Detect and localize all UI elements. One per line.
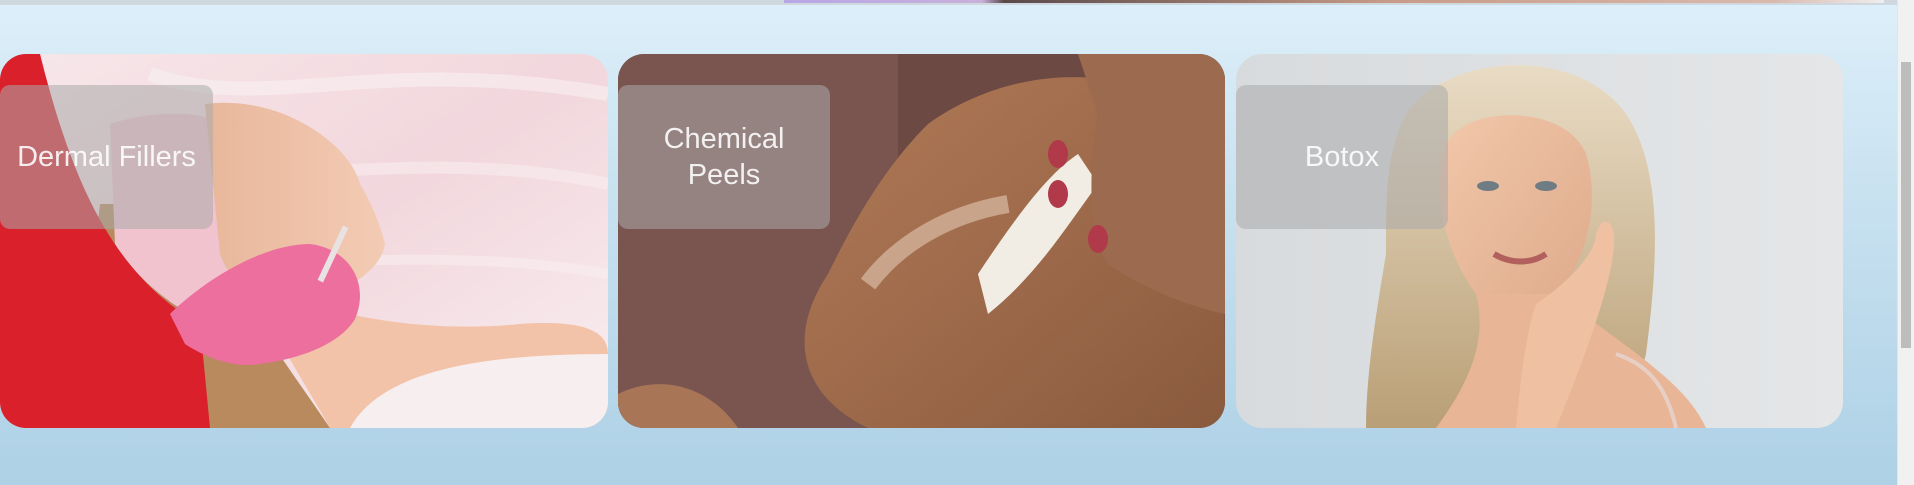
card-botox[interactable]: Botox bbox=[1236, 54, 1843, 428]
card-title: Dermal Fillers bbox=[17, 141, 196, 173]
page-scrollbar[interactable] bbox=[1897, 0, 1914, 485]
card-title: Botox bbox=[1304, 141, 1380, 173]
card-chemical-peels[interactable]: Chemical Peels bbox=[618, 54, 1225, 428]
card-label-box: Dermal Fillers bbox=[0, 85, 213, 229]
card-title: Chemical Peels bbox=[663, 123, 785, 191]
card-label-box: Chemical Peels bbox=[618, 85, 830, 229]
treatment-cards: Dermal Fillers Chemical Peels Botox bbox=[0, 54, 1843, 428]
top-image-edge bbox=[784, 0, 1884, 3]
card-label-box: Botox bbox=[1236, 85, 1448, 229]
previous-section-image-edge bbox=[0, 0, 1898, 5]
card-dermal-fillers[interactable]: Dermal Fillers bbox=[0, 54, 608, 428]
scrollbar-thumb[interactable] bbox=[1901, 62, 1911, 348]
